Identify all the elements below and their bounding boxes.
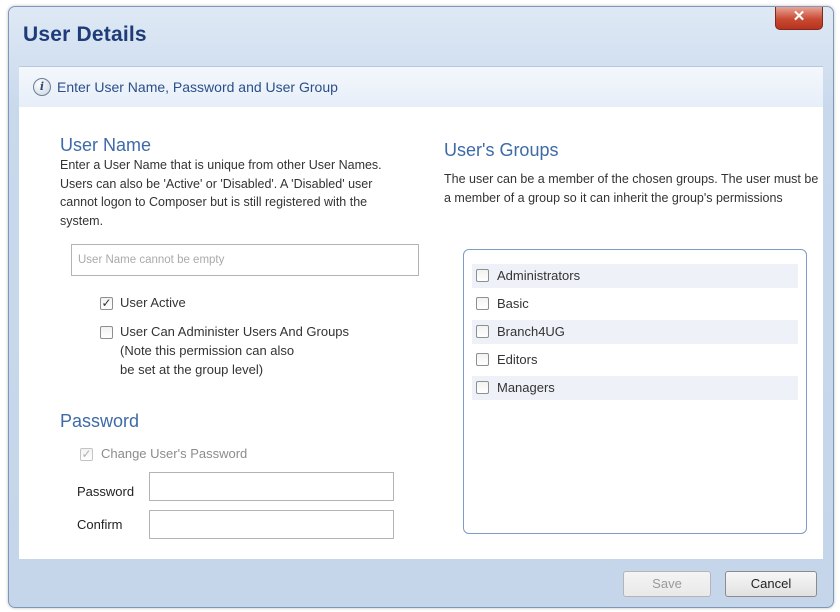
groups-description: The user can be a member of the chosen g… — [444, 172, 819, 205]
group-label: Basic — [497, 296, 529, 311]
groups-heading: User's Groups — [444, 140, 559, 160]
groups-list: Administrators Basic Branch4UG Editors M… — [463, 249, 807, 534]
group-checkbox-administrators[interactable] — [476, 269, 489, 282]
group-label: Administrators — [497, 268, 581, 283]
group-checkbox-basic[interactable] — [476, 297, 489, 310]
group-item-administrators[interactable]: Administrators — [472, 264, 798, 288]
confirm-label: Confirm — [77, 517, 123, 532]
user-name-description: Enter a User Name that is unique from ot… — [60, 158, 382, 228]
group-checkbox-managers[interactable] — [476, 381, 489, 394]
user-name-heading: User Name — [60, 135, 152, 155]
group-checkbox-editors[interactable] — [476, 353, 489, 366]
confirm-field[interactable] — [149, 510, 394, 539]
user-active-label: User Active — [120, 295, 186, 310]
checkmark-icon: ✓ — [101, 296, 112, 310]
group-item-basic[interactable]: Basic — [472, 292, 798, 316]
info-text: Enter User Name, Password and User Group — [57, 79, 338, 95]
password-label: Password — [77, 484, 135, 499]
group-label: Managers — [497, 380, 555, 395]
group-label: Branch4UG — [497, 324, 565, 339]
checkmark-icon: ✓ — [81, 447, 92, 461]
user-active-checkbox[interactable]: ✓ — [100, 297, 113, 310]
group-checkbox-branch4ug[interactable] — [476, 325, 489, 338]
change-password-checkbox[interactable]: ✓ — [80, 448, 93, 461]
close-icon: ✕ — [792, 8, 806, 25]
password-heading: Password — [60, 411, 140, 431]
dialog-title: User Details — [23, 23, 147, 46]
group-item-branch4ug[interactable]: Branch4UG — [472, 320, 798, 344]
info-bar: i Enter User Name, Password and User Gro… — [19, 66, 823, 108]
save-button[interactable]: Save — [623, 571, 711, 597]
close-button[interactable]: ✕ — [775, 7, 823, 30]
user-name-input[interactable] — [71, 244, 419, 276]
can-administer-note: (Note this permission can also be set at… — [120, 343, 295, 377]
info-icon: i — [33, 78, 51, 96]
group-label: Editors — [497, 352, 538, 367]
can-administer-label: User Can Administer Users And Groups — [120, 324, 350, 339]
cancel-button[interactable]: Cancel — [725, 571, 817, 597]
password-field[interactable] — [149, 472, 394, 501]
can-administer-checkbox[interactable] — [100, 326, 113, 339]
group-item-editors[interactable]: Editors — [472, 348, 798, 372]
change-password-label: Change User's Password — [101, 446, 248, 461]
user-details-dialog: User Details ✕ i Enter User Name, Passwo… — [8, 6, 834, 608]
group-item-managers[interactable]: Managers — [472, 376, 798, 400]
dialog-content: User Name Enter a User Name that is uniq… — [19, 107, 823, 559]
